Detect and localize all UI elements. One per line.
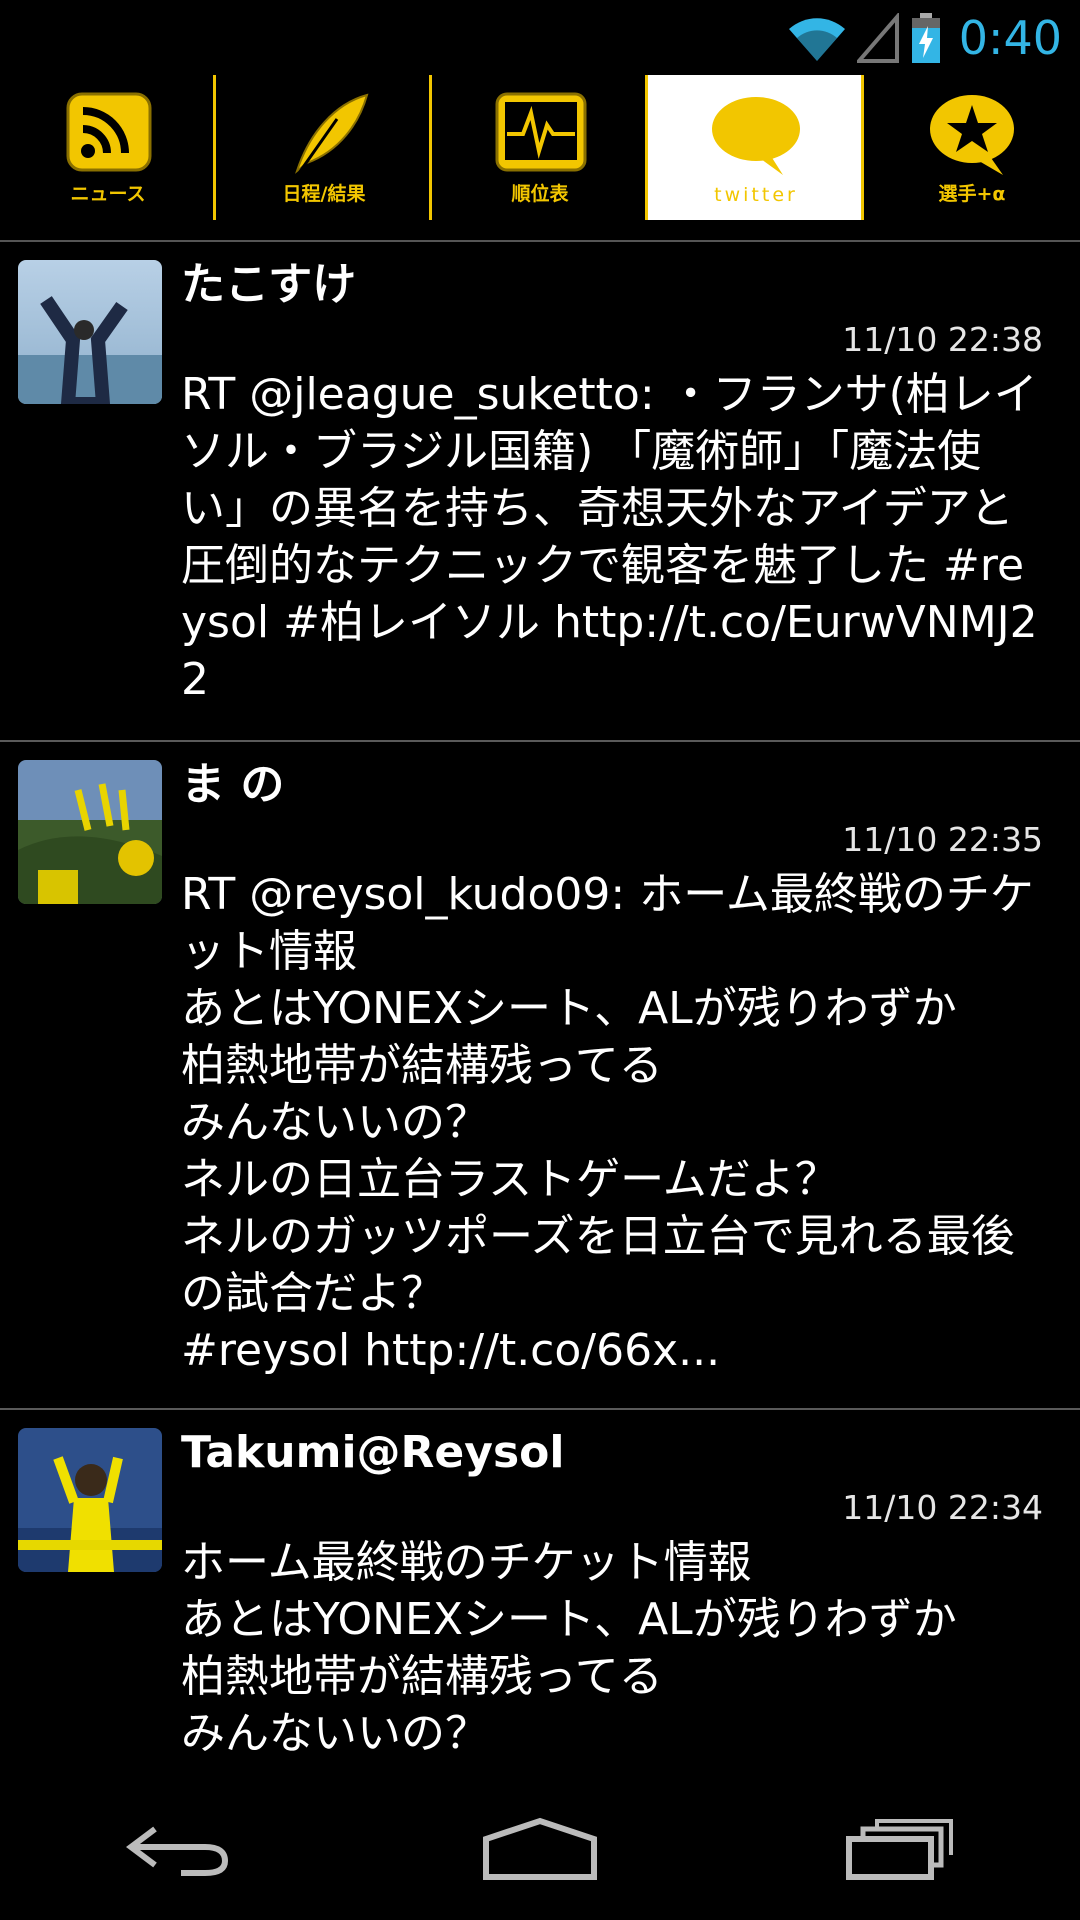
- tab-news[interactable]: ニュース: [0, 75, 216, 220]
- status-icons: 0:40: [787, 8, 1062, 68]
- star-bubble-icon: [930, 94, 1014, 175]
- recent-apps-button[interactable]: [810, 1794, 990, 1904]
- tab-label-players: 選手+α: [938, 182, 1006, 205]
- tweet-timestamp: 11/10 22:34: [842, 1488, 1043, 1527]
- rss-icon: [66, 92, 152, 171]
- tab-label-schedule: 日程/結果: [282, 182, 366, 205]
- tweet-text: RT @reysol_kudo09: ホーム最終戦のチケット情報 あとはYONE…: [181, 869, 1034, 1376]
- avatar[interactable]: [18, 760, 162, 904]
- tweet-timestamp: 11/10 22:35: [842, 820, 1043, 859]
- back-icon: [126, 1826, 229, 1876]
- tweet-author: ま の: [181, 759, 285, 810]
- tab-label-twitter: twitter: [714, 183, 798, 206]
- recent-apps-icon: [846, 1818, 953, 1880]
- back-button[interactable]: [90, 1794, 270, 1904]
- tweet-author: Takumi@Reysol: [181, 1427, 565, 1478]
- wifi-icon: [788, 18, 845, 61]
- tweet-timestamp: 11/10 22:38: [842, 320, 1043, 359]
- speech-bubble-icon: [712, 96, 800, 175]
- clock: 0:40: [958, 11, 1062, 65]
- home-button[interactable]: [450, 1794, 630, 1904]
- tweet-item[interactable]: たこすけ 11/10 22:38 RT @jleague_suketto: ・フ…: [0, 242, 1080, 742]
- tweet-text: ホーム最終戦のチケット情報 あとはYONEXシート、ALが残りわずか 柏熱地帯が…: [181, 1537, 957, 1759]
- tab-players[interactable]: 選手+α: [864, 75, 1080, 220]
- quill-icon: [295, 93, 369, 174]
- tweet-item[interactable]: Takumi@Reysol 11/10 22:34 ホーム最終戦のチケット情報 …: [0, 1410, 1080, 1777]
- cell-signal-icon: [856, 13, 899, 63]
- tweet-timeline[interactable]: たこすけ 11/10 22:38 RT @jleague_suketto: ・フ…: [0, 242, 1080, 1777]
- status-bar: 0:40: [0, 0, 1080, 75]
- tab-label-news: ニュース: [70, 182, 146, 205]
- tab-schedule[interactable]: 日程/結果: [216, 75, 432, 220]
- avatar[interactable]: [18, 260, 162, 404]
- pulse-chart-icon: [495, 92, 587, 171]
- navigation-bar: [0, 1777, 1080, 1920]
- avatar[interactable]: [18, 1428, 162, 1572]
- tweet-author: たこすけ: [181, 259, 357, 310]
- tab-twitter[interactable]: twitter: [648, 75, 864, 220]
- home-icon: [483, 1817, 597, 1880]
- tweet-item[interactable]: ま の 11/10 22:35 RT @reysol_kudo09: ホーム最終…: [0, 742, 1080, 1410]
- tab-label-standings: 順位表: [511, 182, 569, 205]
- tab-bar: ニュース 日程/結果 順位表 twitter 選手+α: [0, 75, 1080, 242]
- tab-standings[interactable]: 順位表: [432, 75, 648, 220]
- tweet-text: RT @jleague_suketto: ・フランサ(柏レイソル・ブラジル国籍)…: [181, 369, 1038, 705]
- battery-charging-icon: [911, 13, 940, 63]
